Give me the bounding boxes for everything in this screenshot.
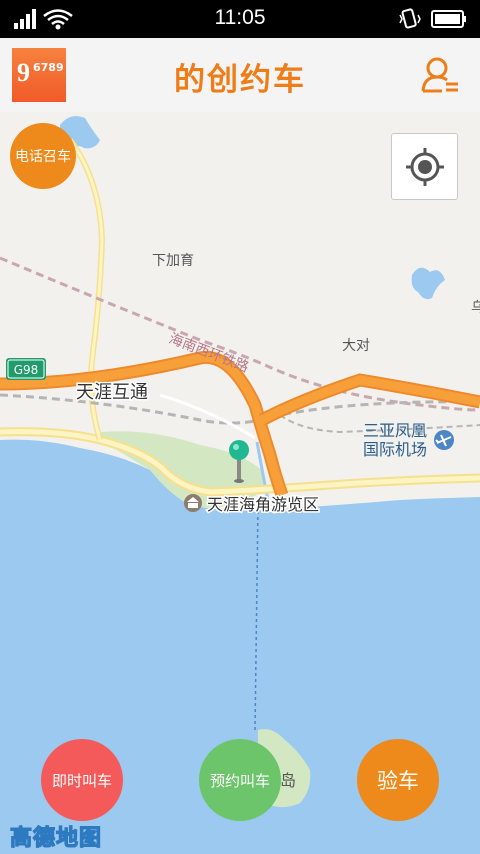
- map-label-scenic: 天涯海角游览区: [207, 495, 319, 514]
- instant-call-button[interactable]: 即时叫车: [41, 739, 123, 821]
- page-title: 的创约车: [174, 62, 306, 98]
- airport-icon: [434, 430, 454, 450]
- phone-call-button[interactable]: 电话召车: [10, 123, 76, 189]
- crosshair-icon: [406, 148, 444, 186]
- locate-button[interactable]: [391, 133, 458, 200]
- map-label-island: 岛: [280, 771, 296, 790]
- map-label-edge: 乌: [471, 300, 480, 316]
- book-call-button[interactable]: 预约叫车: [199, 739, 281, 821]
- map-label-xiajiayu: 下加育: [152, 253, 194, 269]
- highway-shield: G98: [6, 358, 46, 380]
- app-header: 9 6789 的创约车: [0, 38, 480, 112]
- map-attribution: 高德地图: [9, 825, 103, 851]
- map-label-airport-1: 三亚凤凰: [363, 421, 427, 440]
- check-car-button[interactable]: 验车: [357, 739, 439, 821]
- user-profile-icon: [421, 57, 458, 93]
- map-label-interchange: 天涯互通: [76, 382, 148, 403]
- map-label-airport-2: 国际机场: [363, 440, 427, 459]
- vibrate-battery-icon: [399, 8, 466, 29]
- scenic-spot-icon: [184, 494, 202, 512]
- highway-label: G98: [14, 363, 39, 377]
- profile-button[interactable]: [420, 55, 460, 95]
- map-label-dadui: 大对: [342, 338, 370, 354]
- status-right: [398, 7, 468, 35]
- status-bar: 11:05: [0, 0, 480, 38]
